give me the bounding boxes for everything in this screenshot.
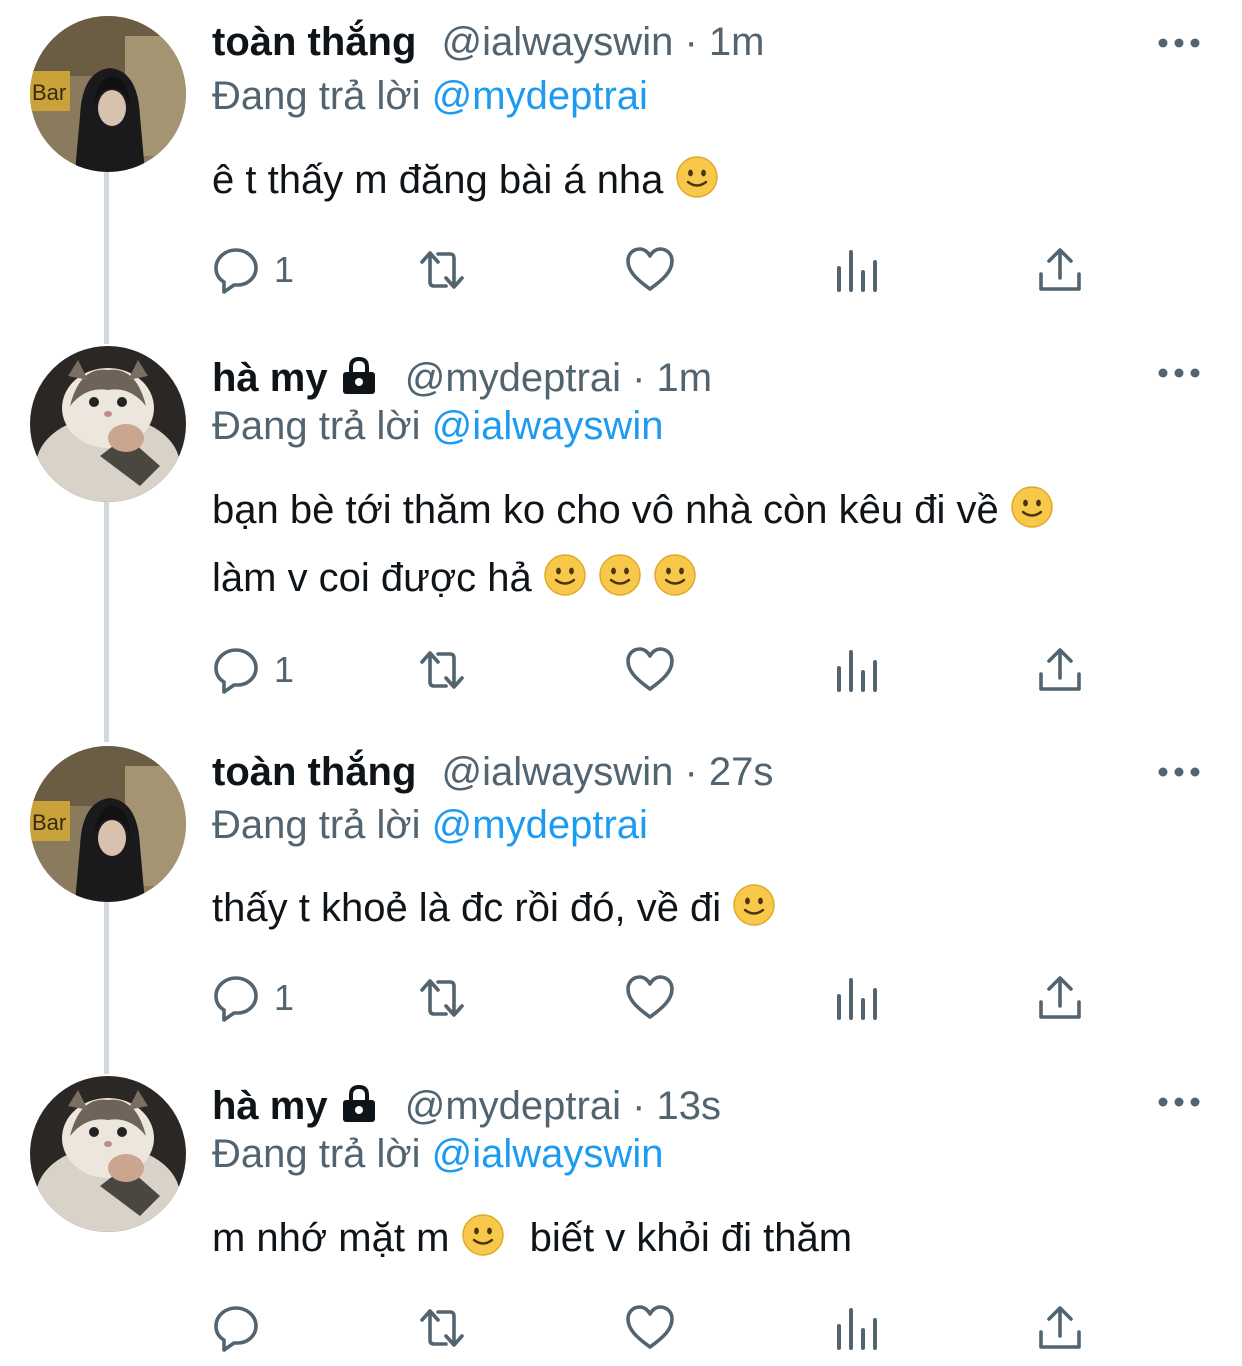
heart-icon <box>626 1305 674 1349</box>
share-button[interactable] <box>1034 1300 1086 1356</box>
retweet-icon <box>420 1309 464 1347</box>
tweet[interactable]: hà my @mydeptrai · 13s Đang trả lời @ial… <box>0 0 1242 1366</box>
separator: · <box>632 1084 646 1128</box>
like-button[interactable] <box>624 1300 676 1356</box>
reply-button[interactable] <box>212 1300 274 1356</box>
tweet-header: hà my @mydeptrai · 13s <box>212 1080 721 1132</box>
conversation-thread: Bar toàn thắng @ialwayswin · 1m Đang trả… <box>0 0 1242 1366</box>
reply-icon <box>214 1306 258 1352</box>
views-button[interactable] <box>830 1300 882 1356</box>
analytics-icon <box>837 1308 877 1350</box>
more-icon[interactable] <box>1158 1095 1200 1109</box>
display-name[interactable]: hà my <box>212 1084 328 1128</box>
share-icon <box>1039 1306 1081 1349</box>
timestamp[interactable]: 13s <box>657 1084 722 1128</box>
retweet-button[interactable] <box>416 1300 468 1356</box>
tweet-line: biết v khỏi đi thăm <box>529 1216 853 1260</box>
slightly-smiling-face-emoji <box>461 1210 505 1256</box>
reply-prefix: Đang trả lời <box>212 1132 421 1176</box>
tweet-actions <box>212 1300 1112 1356</box>
tweet-line: m nhớ mặt m <box>212 1216 450 1260</box>
user-handle[interactable]: @mydeptrai <box>405 1084 621 1128</box>
lock-icon <box>342 1084 375 1122</box>
reply-mention[interactable]: @ialwayswin <box>432 1132 664 1176</box>
replying-to: Đang trả lời @ialwayswin <box>212 1128 663 1180</box>
tweet-text: m nhớ mặt m biết v khỏi đi thăm <box>212 1204 852 1272</box>
avatar[interactable] <box>30 1076 186 1232</box>
